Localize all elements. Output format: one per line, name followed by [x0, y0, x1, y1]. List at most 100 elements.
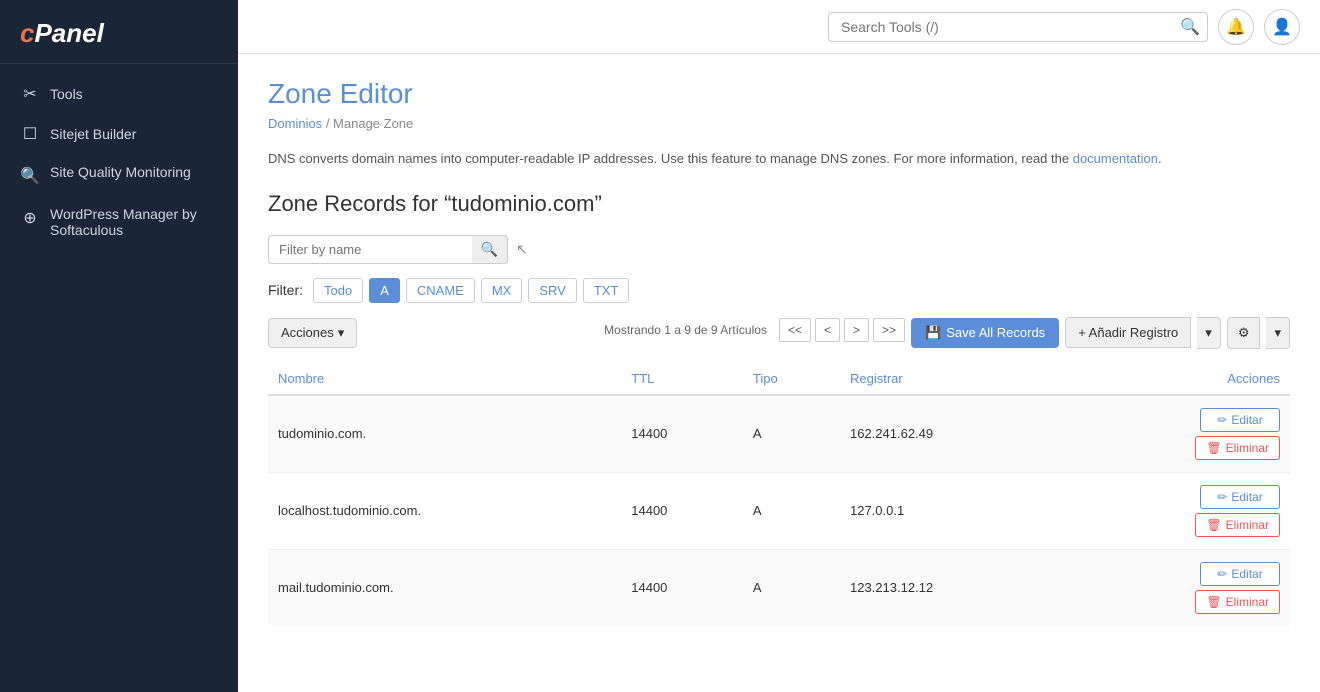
sidebar-logo: cPanel: [0, 0, 238, 64]
sitejet-icon: ☐: [20, 124, 40, 144]
cell-tipo: A: [743, 549, 840, 626]
pencil-icon: ✏: [1217, 567, 1227, 581]
cell-nombre: tudominio.com.: [268, 395, 621, 473]
topbar: 🔍 🔔 👤: [238, 0, 1320, 54]
breadcrumb-separator: /: [326, 116, 333, 131]
filter-search-button[interactable]: 🔍: [472, 235, 508, 264]
filter-btn-mx[interactable]: MX: [481, 278, 523, 303]
cell-tipo: A: [743, 395, 840, 473]
filter-bar: 🔍 ↖: [268, 235, 1290, 264]
search-button[interactable]: 🔍: [1180, 17, 1200, 37]
cell-ttl: 14400: [621, 549, 743, 626]
cell-ttl: 14400: [621, 472, 743, 549]
edit-button-1[interactable]: ✏ Editar: [1200, 485, 1280, 509]
col-tipo: Tipo: [743, 363, 840, 395]
cell-actions: ✏ Editar 🗑 Eliminar: [1063, 472, 1290, 549]
trash-icon: 🗑: [1206, 518, 1221, 532]
trash-icon: 🗑: [1206, 441, 1221, 455]
cursor-indicator: ↖: [516, 241, 528, 258]
cell-nombre: mail.tudominio.com.: [268, 549, 621, 626]
user-icon: 👤: [1272, 17, 1292, 37]
save-all-label: Save All Records: [946, 325, 1045, 340]
gear-icon: ⚙: [1238, 325, 1250, 340]
filter-btn-a[interactable]: A: [369, 278, 400, 303]
table-row: mail.tudominio.com. 14400 A 123.213.12.1…: [268, 549, 1290, 626]
dropdown-arrow-icon: ▾: [1205, 325, 1212, 340]
sidebar-item-label: Tools: [50, 86, 83, 102]
left-actions: Acciones ▾: [268, 318, 357, 348]
documentation-link[interactable]: documentation: [1073, 151, 1158, 166]
right-actions: Mostrando 1 a 9 de 9 Artículos << < > >>…: [604, 317, 1290, 349]
logo-c: c: [20, 18, 34, 48]
save-all-button[interactable]: 💾 Save All Records: [911, 318, 1059, 348]
sidebar-item-label: Site Quality Monitoring: [50, 164, 191, 180]
add-record-button[interactable]: + Añadir Registro: [1065, 317, 1191, 348]
cell-registrar: 123.213.12.12: [840, 549, 1063, 626]
gear-dropdown[interactable]: ▾: [1266, 317, 1290, 349]
wordpress-icon: ⊕: [20, 208, 40, 228]
pager-next[interactable]: >: [844, 318, 869, 342]
cell-registrar: 162.241.62.49: [840, 395, 1063, 473]
acciones-label: Acciones: [281, 325, 334, 340]
user-button[interactable]: 👤: [1264, 9, 1300, 45]
sidebar-item-label: WordPress Manager by Softaculous: [50, 206, 218, 238]
info-text: DNS converts domain names into computer-…: [268, 149, 1290, 169]
delete-button-1[interactable]: 🗑 Eliminar: [1195, 513, 1280, 537]
sidebar-item-tools[interactable]: ✂ Tools: [0, 74, 238, 114]
add-record-label: + Añadir Registro: [1078, 325, 1178, 340]
records-table: Nombre TTL Tipo Registrar Acciones tudom…: [268, 363, 1290, 626]
edit-button-0[interactable]: ✏ Editar: [1200, 408, 1280, 432]
pager-prev[interactable]: <: [815, 318, 840, 342]
pagination-wrap: Mostrando 1 a 9 de 9 Artículos << < > >>: [604, 318, 905, 342]
pager-first[interactable]: <<: [779, 318, 811, 342]
cell-actions: ✏ Editar 🗑 Eliminar: [1063, 395, 1290, 473]
notifications-button[interactable]: 🔔: [1218, 9, 1254, 45]
content-area: Zone Editor Dominios / Manage Zone DNS c…: [238, 54, 1320, 692]
filter-input-wrap: 🔍: [268, 235, 508, 264]
delete-button-2[interactable]: 🗑 Eliminar: [1195, 590, 1280, 614]
main-content: 🔍 🔔 👤 Zone Editor Dominios / Manage Zone…: [238, 0, 1320, 692]
search-wrap: 🔍: [828, 12, 1208, 42]
edit-button-2[interactable]: ✏ Editar: [1200, 562, 1280, 586]
page-title: Zone Editor: [268, 78, 1290, 110]
table-head: Nombre TTL Tipo Registrar Acciones: [268, 363, 1290, 395]
site-quality-icon: 🔍: [20, 166, 40, 186]
filter-btn-srv[interactable]: SRV: [528, 278, 577, 303]
filter-btn-todo[interactable]: Todo: [313, 278, 363, 303]
sidebar-item-sitejet[interactable]: ☐ Sitejet Builder: [0, 114, 238, 154]
acciones-dropdown-icon: ▾: [338, 325, 345, 341]
filter-btn-cname[interactable]: CNAME: [406, 278, 475, 303]
sidebar: cPanel ✂ Tools ☐ Sitejet Builder 🔍 Site …: [0, 0, 238, 692]
pencil-icon: ✏: [1217, 490, 1227, 504]
pagination-info: Mostrando 1 a 9 de 9 Artículos: [604, 323, 767, 337]
cell-actions: ✏ Editar 🗑 Eliminar: [1063, 549, 1290, 626]
filter-types: Filter: Todo A CNAME MX SRV TXT: [268, 278, 1290, 303]
table-row: tudominio.com. 14400 A 162.241.62.49 ✏ E…: [268, 395, 1290, 473]
sidebar-item-site-quality[interactable]: 🔍 Site Quality Monitoring: [0, 154, 238, 196]
pager-last[interactable]: >>: [873, 318, 905, 342]
bell-icon: 🔔: [1226, 17, 1246, 37]
acciones-button[interactable]: Acciones ▾: [268, 318, 357, 348]
delete-button-0[interactable]: 🗑 Eliminar: [1195, 436, 1280, 460]
zone-title: Zone Records for “tudominio.com”: [268, 191, 1290, 217]
col-registrar: Registrar: [840, 363, 1063, 395]
breadcrumb: Dominios / Manage Zone: [268, 116, 1290, 131]
actions-bar: Acciones ▾ Mostrando 1 a 9 de 9 Artículo…: [268, 317, 1290, 349]
table-row: localhost.tudominio.com. 14400 A 127.0.0…: [268, 472, 1290, 549]
filter-label: Filter:: [268, 282, 303, 298]
cell-tipo: A: [743, 472, 840, 549]
breadcrumb-manage-zone: Manage Zone: [333, 116, 413, 131]
filter-btn-txt[interactable]: TXT: [583, 278, 630, 303]
cell-registrar: 127.0.0.1: [840, 472, 1063, 549]
sidebar-nav: ✂ Tools ☐ Sitejet Builder 🔍 Site Quality…: [0, 64, 238, 258]
add-record-dropdown[interactable]: ▾: [1197, 317, 1221, 349]
logo-text: Panel: [34, 18, 103, 48]
cell-ttl: 14400: [621, 395, 743, 473]
gear-dropdown-icon: ▾: [1274, 325, 1281, 340]
breadcrumb-dominios[interactable]: Dominios: [268, 116, 322, 131]
col-nombre: Nombre: [268, 363, 621, 395]
sidebar-item-wordpress[interactable]: ⊕ WordPress Manager by Softaculous: [0, 196, 238, 248]
search-input[interactable]: [828, 12, 1208, 42]
pencil-icon: ✏: [1217, 413, 1227, 427]
gear-button[interactable]: ⚙: [1227, 317, 1261, 349]
